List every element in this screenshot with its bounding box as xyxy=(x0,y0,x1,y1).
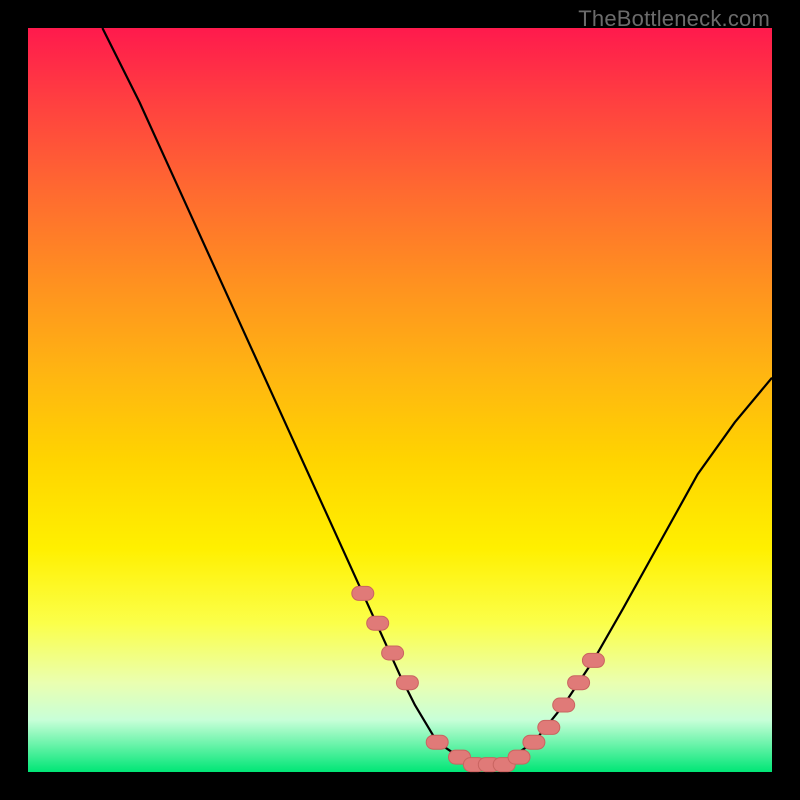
chart-svg xyxy=(28,28,772,772)
curve-marker xyxy=(367,616,389,630)
curve-marker xyxy=(396,676,418,690)
curve-marker xyxy=(508,750,530,764)
curve-marker xyxy=(426,735,448,749)
curve-marker xyxy=(523,735,545,749)
curve-marker xyxy=(538,720,560,734)
curve-marker xyxy=(582,653,604,667)
bottleneck-curve xyxy=(102,28,772,765)
marker-group xyxy=(352,586,605,771)
curve-marker xyxy=(553,698,575,712)
curve-marker xyxy=(568,676,590,690)
curve-marker xyxy=(352,586,374,600)
curve-marker xyxy=(382,646,404,660)
